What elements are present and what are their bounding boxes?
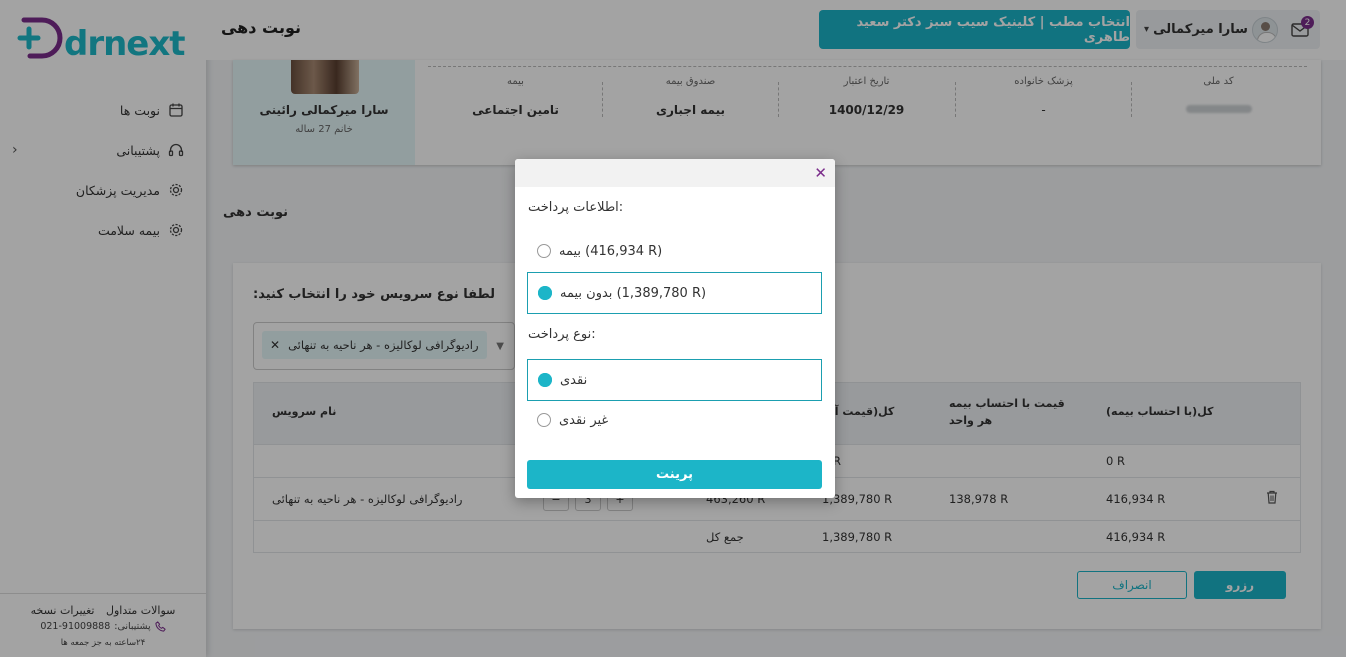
cash-option-label: نقدی [560,372,588,388]
modal-header: ✕ [515,159,835,187]
noncash-radio[interactable] [537,413,551,427]
print-button[interactable]: پرینت [527,460,822,489]
insured-radio[interactable] [537,244,551,258]
uninsured-option[interactable]: بدون بیمه (1,389,780 R) [527,272,822,314]
payment-type-label: :نوع پرداخت [528,327,596,342]
payment-info-label: :اطلاعات پرداخت [528,200,624,215]
uninsured-radio[interactable] [538,286,552,300]
cash-option[interactable]: نقدی [527,359,822,401]
cash-radio[interactable] [538,373,552,387]
close-icon[interactable]: ✕ [814,164,827,182]
insured-option-label: بیمه (416,934 R) [559,243,663,259]
payment-modal: ✕ :اطلاعات پرداخت بیمه (416,934 R) بدون … [515,159,835,498]
noncash-option[interactable]: غیر نقدی [527,399,822,441]
noncash-option-label: غیر نقدی [559,412,609,428]
uninsured-option-label: بدون بیمه (1,389,780 R) [560,285,707,301]
insured-option[interactable]: بیمه (416,934 R) [527,230,822,272]
